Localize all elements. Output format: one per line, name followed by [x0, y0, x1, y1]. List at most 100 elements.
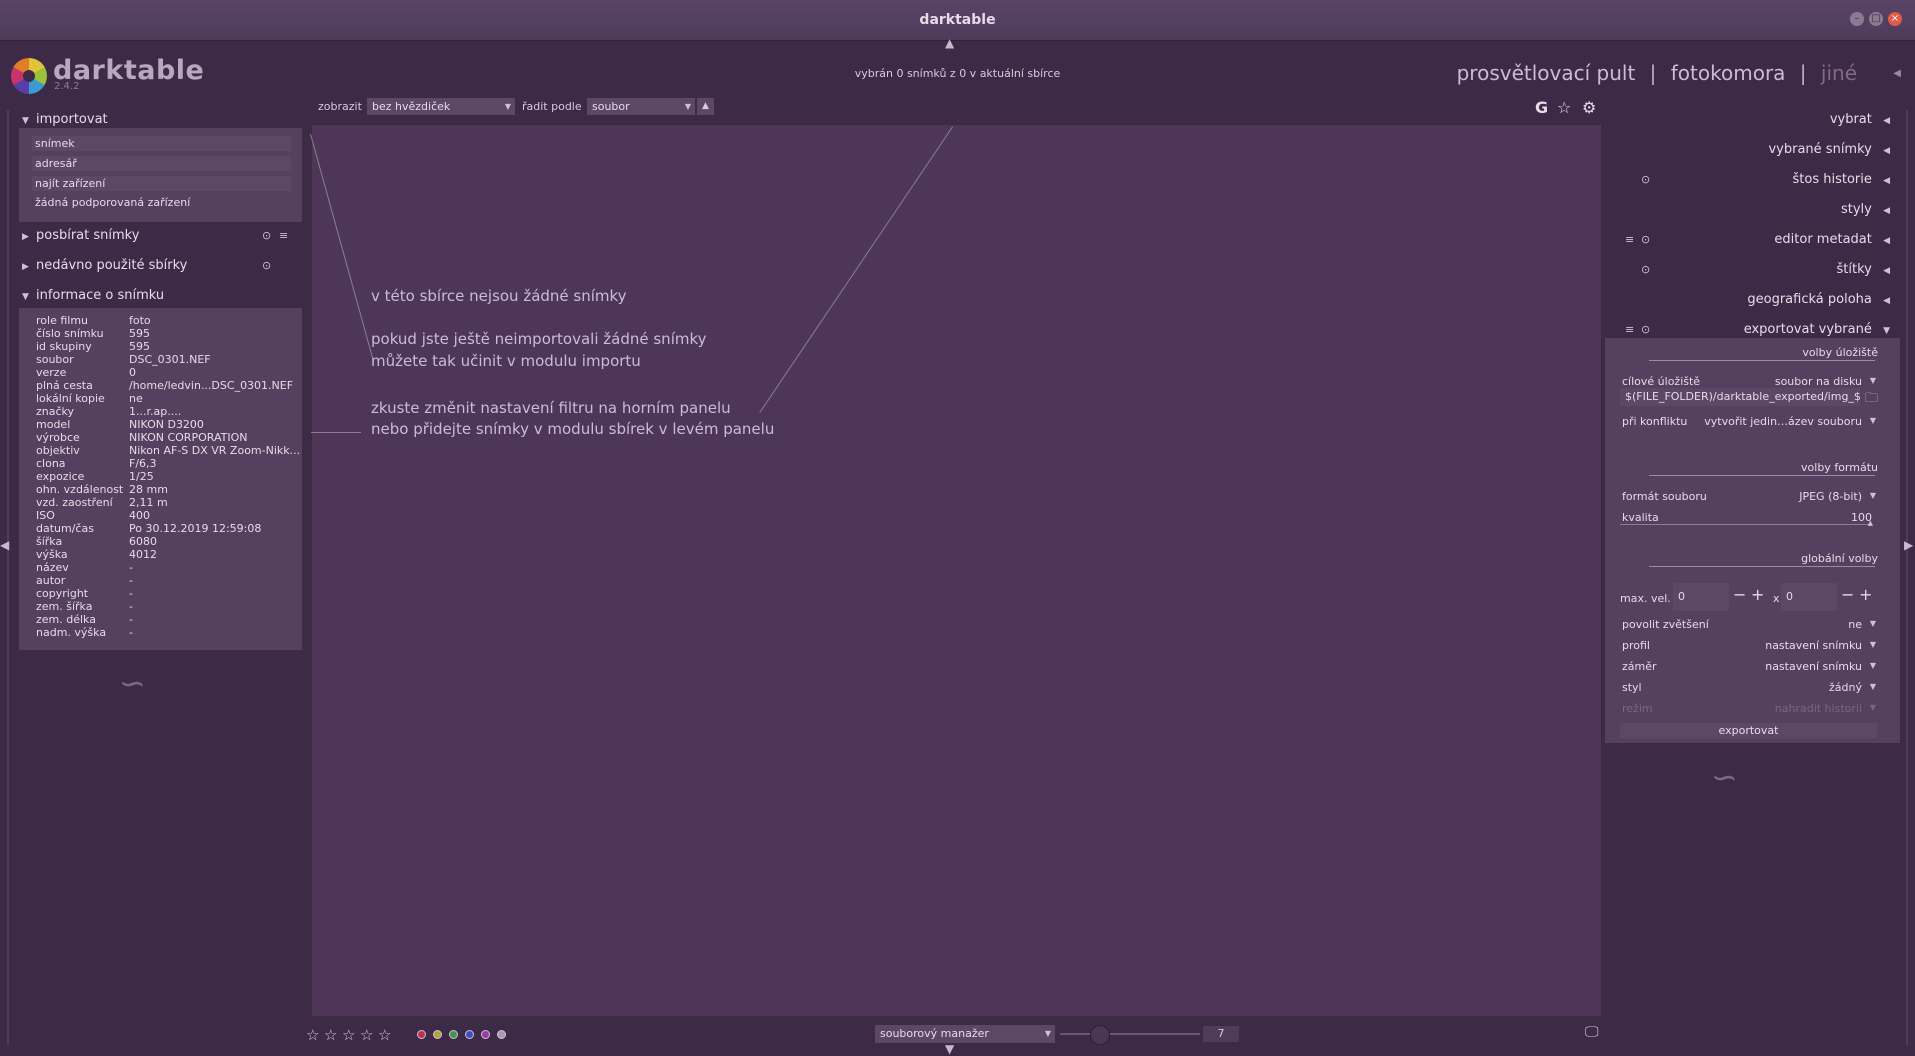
import-folder-button[interactable]: adresář [32, 156, 291, 171]
view-lighttable[interactable]: prosvětlovací pult [1457, 61, 1636, 85]
lighttable-center[interactable] [311, 124, 1602, 1017]
collapsed-triangle-icon: ◀ [1883, 296, 1890, 306]
collapsed-triangle-icon: ◀ [1883, 266, 1890, 276]
info-key: číslo snímku [36, 327, 104, 340]
slider-marker-icon[interactable]: ▲ [1868, 519, 1873, 527]
presets-icon[interactable]: ≡ [279, 222, 288, 250]
export-button[interactable]: exportovat [1620, 723, 1877, 738]
color-label-green-icon[interactable] [449, 1030, 458, 1039]
layout-combo[interactable]: souborový manažer ▼ [875, 1025, 1055, 1043]
module-recent-header[interactable]: ▶ nedávno použité sbírky ⊙ [19, 252, 305, 281]
info-key: nadm. výška [36, 626, 107, 639]
decrease-width-icon[interactable]: − [1733, 585, 1746, 604]
increase-height-icon[interactable]: + [1859, 585, 1872, 604]
info-key: výška [36, 548, 68, 561]
top-panel-collapse-icon[interactable]: ▲ [945, 36, 954, 50]
dropdown-icon[interactable]: ▼ [1870, 661, 1876, 670]
module-title: vybrat [1829, 112, 1872, 127]
upscale-label: povolit zvětšení [1622, 618, 1709, 631]
color-label-red-icon[interactable] [417, 1030, 426, 1039]
intent-value[interactable]: nastavení snímku [1765, 660, 1862, 673]
info-value: Nikon AF-S DX VR Zoom-Nikk... [129, 444, 301, 457]
reset-icon[interactable]: ⊙ [1641, 166, 1650, 194]
minimize-button[interactable]: – [1850, 12, 1864, 26]
rating-star-icon[interactable]: ☆ [306, 1026, 319, 1044]
file-format-value[interactable]: JPEG (8-bit) [1799, 490, 1862, 503]
right-panel-collapse-icon[interactable]: ▶ [1904, 538, 1913, 552]
export-path-input[interactable]: $(FILE_FOLDER)/darktable_exported/img_$ [1620, 388, 1861, 406]
import-image-button[interactable]: snímek [32, 136, 291, 151]
rating-star-icon[interactable]: ☆ [378, 1026, 391, 1044]
grouping-icon[interactable]: G [1535, 98, 1548, 117]
color-label-purple-icon[interactable] [481, 1030, 490, 1039]
module-select-header[interactable]: vybrat ◀ [1605, 106, 1900, 135]
info-value: NIKON D3200 [129, 418, 204, 431]
style-value[interactable]: žádný [1829, 681, 1862, 694]
zoom-value-input[interactable]: 7 [1203, 1026, 1239, 1042]
settings-gear-icon[interactable]: ⚙ [1582, 98, 1596, 117]
info-key: objektiv [36, 444, 80, 457]
sort-direction-button[interactable]: ▲ [697, 98, 714, 115]
dropdown-icon[interactable]: ▼ [1870, 619, 1876, 628]
rating-star-icon[interactable]: ☆ [342, 1026, 355, 1044]
module-title: štítky [1836, 262, 1872, 277]
dropdown-icon[interactable]: ▼ [1870, 682, 1876, 691]
combo-value: bez hvězdiček [372, 100, 451, 113]
reset-icon[interactable]: ⊙ [262, 222, 271, 250]
dropdown-icon[interactable]: ▼ [1870, 416, 1876, 425]
rating-star-icon[interactable]: ☆ [360, 1026, 373, 1044]
left-panel: ▼ importovat snímek adresář najít zařízen… [14, 106, 305, 1056]
max-height-input[interactable]: 0 [1781, 583, 1837, 611]
display-profile-icon[interactable]: 🖵 [1585, 1024, 1599, 1040]
show-filter-combo[interactable]: bez hvězdiček ▼ [367, 98, 515, 115]
view-switcher: prosvětlovací pult | fotokomora | jiné [1453, 61, 1861, 85]
style-label: styl [1622, 681, 1642, 694]
info-value: F/6,3 [129, 457, 157, 470]
dropdown-icon[interactable]: ▼ [1870, 491, 1876, 500]
combo-value: souborový manažer [880, 1027, 989, 1040]
increase-width-icon[interactable]: + [1751, 585, 1764, 604]
max-width-input[interactable]: 0 [1673, 583, 1729, 611]
module-image-info-header[interactable]: ▼ informace o snímku [19, 282, 305, 311]
reset-icon[interactable]: ⊙ [1641, 256, 1650, 284]
module-collect-header[interactable]: ▶ posbírat snímky ⊙ ≡ [19, 222, 305, 251]
module-geotagging-header[interactable]: geografická poloha ◀ [1605, 286, 1900, 315]
reset-icon[interactable]: ⊙ [262, 252, 271, 280]
module-selected-images-header[interactable]: vybrané snímky ◀ [1605, 136, 1900, 165]
zoom-slider-handle[interactable] [1090, 1025, 1110, 1045]
on-conflict-value[interactable]: vytvořit jedin…ázev souboru [1704, 415, 1862, 428]
quality-slider[interactable] [1620, 524, 1870, 525]
left-panel-collapse-icon[interactable]: ◀ [0, 538, 9, 552]
module-history-stack-header[interactable]: ⊙ štos historie ◀ [1605, 166, 1900, 195]
rating-star-icon[interactable]: ☆ [324, 1026, 337, 1044]
color-label-yellow-icon[interactable] [433, 1030, 442, 1039]
module-metadata-header[interactable]: ≡ ⊙ editor metadat ◀ [1605, 226, 1900, 255]
reset-icon[interactable]: ⊙ [1641, 226, 1650, 254]
target-storage-value[interactable]: soubor na disku [1775, 375, 1862, 388]
decrease-height-icon[interactable]: − [1841, 585, 1854, 604]
views-menu-icon[interactable]: ◀ [1893, 68, 1901, 79]
bottom-panel-collapse-icon[interactable]: ▼ [945, 1042, 954, 1056]
view-darkroom[interactable]: fotokomora [1671, 61, 1786, 85]
folder-browse-icon[interactable]: 🗀 [1865, 389, 1878, 411]
module-styles-header[interactable]: styly ◀ [1605, 196, 1900, 225]
dropdown-icon[interactable]: ▼ [1870, 640, 1876, 649]
star-overlay-icon[interactable]: ☆ [1557, 98, 1571, 117]
profile-value[interactable]: nastavení snímku [1765, 639, 1862, 652]
zoom-slider[interactable] [1060, 1033, 1200, 1035]
info-key: ISO [36, 509, 55, 522]
close-button[interactable]: × [1888, 12, 1902, 26]
scan-devices-button[interactable]: najít zařízení [32, 176, 291, 191]
color-label-blue-icon[interactable] [465, 1030, 474, 1039]
dropdown-icon[interactable]: ▼ [1870, 376, 1876, 385]
color-label-gray-icon[interactable] [497, 1030, 506, 1039]
upscale-value[interactable]: ne [1848, 618, 1862, 631]
view-other[interactable]: jiné [1821, 61, 1857, 85]
info-value: 400 [129, 509, 150, 522]
presets-icon[interactable]: ≡ [1625, 226, 1634, 254]
info-value: 595 [129, 340, 150, 353]
window-title: darktable [919, 12, 996, 28]
sort-combo[interactable]: soubor ▼ [587, 98, 695, 115]
maximize-button[interactable]: □ [1869, 12, 1883, 26]
module-tagging-header[interactable]: ⊙ štítky ◀ [1605, 256, 1900, 285]
